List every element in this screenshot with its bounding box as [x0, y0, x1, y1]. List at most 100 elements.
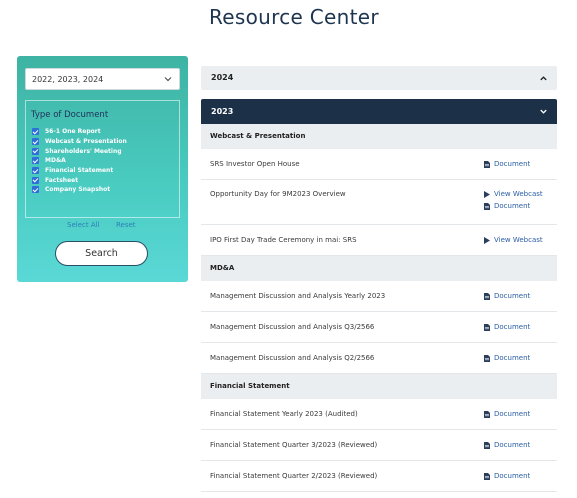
document-links: Document	[484, 290, 530, 302]
link-label: Document	[494, 354, 531, 362]
document-icon	[484, 160, 490, 168]
checkbox-checked-icon[interactable]	[32, 167, 39, 175]
checkbox-checked-icon[interactable]	[32, 176, 39, 184]
view-webcast-link[interactable]: View Webcast	[484, 188, 543, 200]
checkbox-checked-icon[interactable]	[32, 128, 39, 136]
category-header: Webcast & Presentation	[201, 124, 557, 149]
chevron-down-icon	[164, 77, 172, 82]
document-links: Document	[484, 470, 530, 482]
document-link[interactable]: Document	[484, 158, 530, 170]
document-type-option[interactable]: MD&A	[32, 156, 127, 166]
document-row: Financial Statement Quarter 2/2023 (Revi…	[201, 461, 557, 492]
document-row: Opportunity Day for 9M2023 Overview View …	[201, 180, 557, 225]
link-label: Document	[494, 441, 531, 449]
document-type-label: Webcast & Presentation	[45, 138, 127, 146]
accordion-2024-label: 2024	[211, 73, 234, 82]
document-links: Document	[484, 439, 530, 451]
document-link[interactable]: Document	[484, 200, 543, 212]
document-icon	[484, 292, 490, 300]
chevron-up-icon	[540, 76, 547, 81]
select-all-link[interactable]: Select All	[67, 221, 100, 229]
document-row: Management Discussion and Analysis Q2/25…	[201, 343, 557, 374]
document-row: IPO First Day Trade Ceremony in mai: SRS…	[201, 225, 557, 256]
link-label: Document	[494, 292, 531, 300]
accordion-2023-label: 2023	[211, 107, 234, 116]
document-type-option[interactable]: Company Snapshot	[32, 185, 127, 195]
document-type-option[interactable]: 56-1 One Report	[32, 127, 127, 137]
document-links: View Webcast Document	[484, 188, 543, 212]
filter-panel: 2022, 2023, 2024 Type of Document 56-1 O…	[17, 56, 188, 282]
category-label: Webcast & Presentation	[210, 132, 306, 140]
document-type-label: MD&A	[45, 157, 66, 165]
document-title: Management Discussion and Analysis Yearl…	[210, 292, 386, 300]
document-link[interactable]: Document	[484, 439, 530, 451]
link-label: Document	[494, 160, 531, 168]
link-label: View Webcast	[494, 190, 543, 198]
document-type-list: 56-1 One Report Webcast & Presentation Sha…	[32, 127, 127, 195]
document-links: View Webcast	[484, 234, 543, 246]
category-header: MD&A	[201, 256, 557, 281]
accordion-2024[interactable]: 2024	[201, 66, 557, 90]
search-button[interactable]: Search	[55, 241, 148, 266]
accordion-2023[interactable]: 2023	[201, 99, 557, 124]
document-link[interactable]: Document	[484, 470, 530, 482]
document-link[interactable]: Document	[484, 321, 530, 333]
document-type-label: Shareholders' Meeting	[45, 147, 122, 155]
document-type-label: Company Snapshot	[45, 186, 111, 194]
document-icon	[484, 202, 490, 210]
document-row: Financial Statement Yearly 2023 (Audited…	[201, 399, 557, 430]
view-webcast-link[interactable]: View Webcast	[484, 234, 543, 246]
document-links: Document	[484, 408, 530, 420]
document-title: Management Discussion and Analysis Q3/25…	[210, 323, 375, 331]
document-links: Document	[484, 158, 530, 170]
link-label: Document	[494, 202, 531, 210]
document-icon	[484, 441, 490, 449]
link-label: Document	[494, 410, 531, 418]
document-title: IPO First Day Trade Ceremony in mai: SRS	[210, 236, 357, 244]
category-label: Financial Statement	[210, 382, 290, 390]
document-title: Financial Statement Quarter 3/2023 (Revi…	[210, 441, 378, 449]
checkbox-checked-icon[interactable]	[32, 157, 39, 165]
chevron-down-icon	[540, 109, 547, 114]
document-type-option[interactable]: Financial Statement	[32, 166, 127, 176]
document-type-label: 56-1 One Report	[45, 128, 101, 136]
document-title: Management Discussion and Analysis Q2/25…	[210, 354, 375, 362]
document-row: Management Discussion and Analysis Q3/25…	[201, 312, 557, 343]
document-link[interactable]: Document	[484, 408, 530, 420]
play-icon	[484, 236, 490, 244]
document-links: Document	[484, 321, 530, 333]
document-title: Opportunity Day for 9M2023 Overview	[210, 190, 346, 198]
document-title: SRS Investor Open House	[210, 160, 300, 168]
document-row: SRS Investor Open House Document	[201, 149, 557, 180]
document-list: Webcast & Presentation SRS Investor Open …	[201, 124, 557, 492]
document-type-option[interactable]: Shareholders' Meeting	[32, 146, 127, 156]
year-select-value: 2022, 2023, 2024	[32, 74, 104, 84]
document-type-option[interactable]: Factsheet	[32, 175, 127, 185]
link-label: Document	[494, 323, 531, 331]
document-links: Document	[484, 352, 530, 364]
checkbox-checked-icon[interactable]	[32, 138, 39, 146]
document-type-option[interactable]: Webcast & Presentation	[32, 137, 127, 147]
document-link[interactable]: Document	[484, 352, 530, 364]
document-icon	[484, 472, 490, 480]
play-icon	[484, 190, 490, 198]
document-type-group: Type of Document 56-1 One Report Webcast …	[25, 100, 180, 218]
reset-link[interactable]: Reset	[116, 221, 136, 229]
document-icon	[484, 354, 490, 362]
checkbox-checked-icon[interactable]	[32, 186, 39, 194]
document-row: Management Discussion and Analysis Yearl…	[201, 281, 557, 312]
year-select[interactable]: 2022, 2023, 2024	[25, 68, 180, 90]
document-type-label: Factsheet	[45, 176, 79, 184]
document-row: Financial Statement Quarter 3/2023 (Revi…	[201, 430, 557, 461]
category-label: MD&A	[210, 264, 235, 272]
document-icon	[484, 323, 490, 331]
document-title: Financial Statement Quarter 2/2023 (Revi…	[210, 472, 378, 480]
checkbox-checked-icon[interactable]	[32, 147, 39, 155]
link-label: View Webcast	[494, 236, 543, 244]
document-type-heading: Type of Document	[31, 110, 109, 120]
page-title: Resource Center	[209, 5, 379, 29]
link-label: Document	[494, 472, 531, 480]
document-link[interactable]: Document	[484, 290, 530, 302]
document-icon	[484, 410, 490, 418]
document-type-label: Financial Statement	[45, 167, 114, 175]
